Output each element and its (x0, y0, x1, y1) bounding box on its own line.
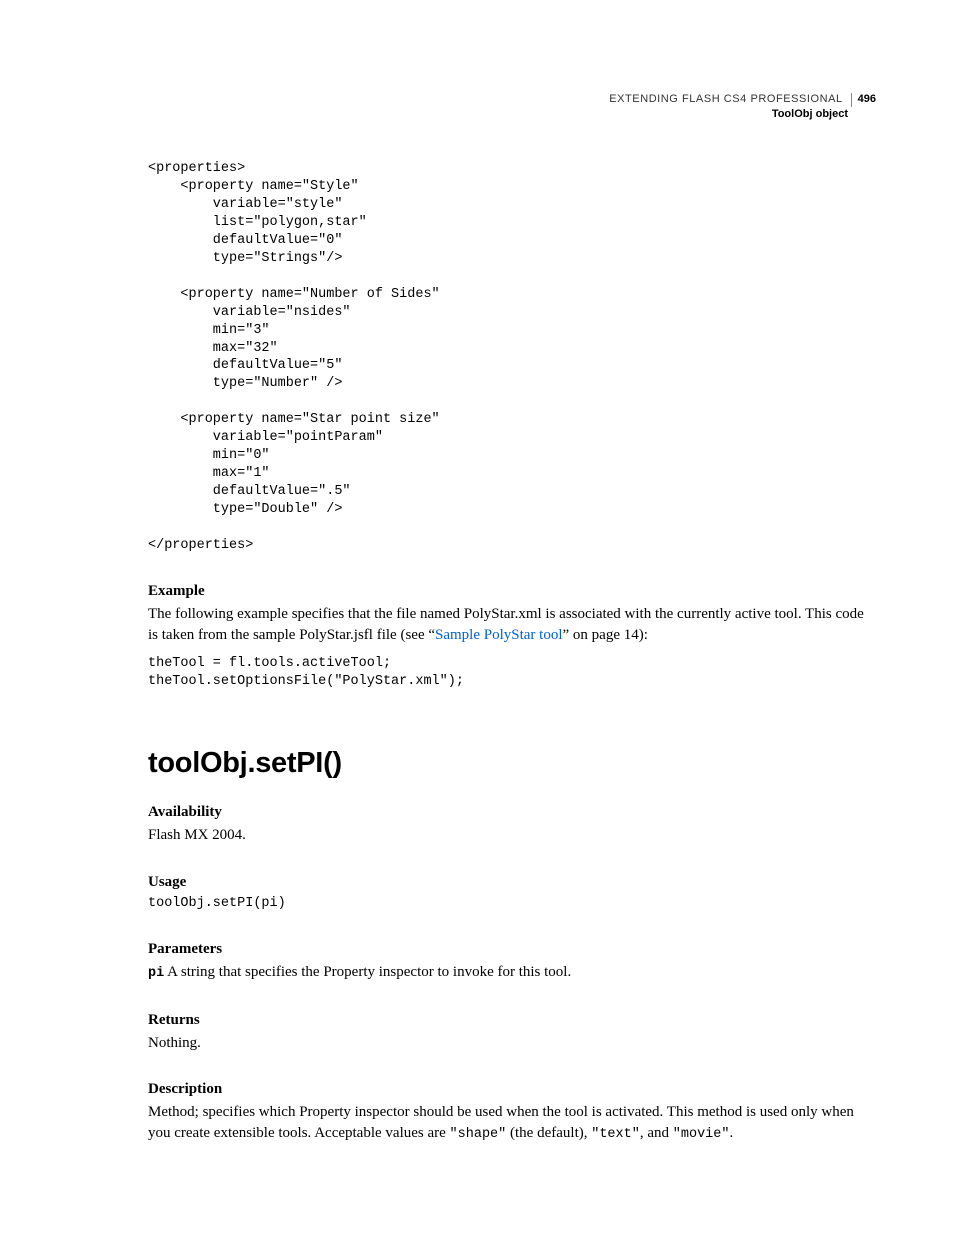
example-heading: Example (148, 583, 876, 600)
usage-code: toolObj.setPI(pi) (148, 895, 876, 913)
desc-value-shape: "shape" (450, 1127, 507, 1142)
example-text-post: ” on page 14): (563, 627, 648, 643)
desc-value-movie: "movie" (673, 1127, 730, 1142)
parameters-text: pi A string that specifies the Property … (148, 962, 876, 984)
method-heading: toolObj.setPI() (148, 747, 876, 780)
desc-value-text: "text" (591, 1127, 640, 1142)
availability-text: Flash MX 2004. (148, 825, 876, 846)
param-description: A string that specifies the Property ins… (164, 964, 571, 980)
sample-polystar-link[interactable]: Sample PolyStar tool (435, 627, 563, 643)
desc-mid1: (the default), (506, 1125, 591, 1141)
running-header: EXTENDING FLASH CS4 PROFESSIONAL496 Tool… (609, 88, 876, 122)
header-line-1: EXTENDING FLASH CS4 PROFESSIONAL496 (609, 88, 876, 108)
param-name: pi (148, 966, 164, 981)
returns-text: Nothing. (148, 1033, 876, 1054)
book-title: EXTENDING FLASH CS4 PROFESSIONAL (609, 93, 851, 107)
desc-post: . (729, 1125, 733, 1141)
description-heading: Description (148, 1081, 876, 1098)
page-number: 496 (852, 93, 876, 105)
description-text: Method; specifies which Property inspect… (148, 1102, 876, 1144)
returns-heading: Returns (148, 1012, 876, 1029)
availability-heading: Availability (148, 804, 876, 821)
example-paragraph: The following example specifies that the… (148, 604, 876, 645)
example-code-block: theTool = fl.tools.activeTool; theTool.s… (148, 655, 876, 691)
usage-heading: Usage (148, 874, 876, 891)
desc-mid2: , and (640, 1125, 673, 1141)
section-title: ToolObj object (609, 108, 876, 122)
xml-code-block: <properties> <property name="Style" vari… (148, 160, 876, 555)
page: EXTENDING FLASH CS4 PROFESSIONAL496 Tool… (0, 0, 954, 1235)
parameters-heading: Parameters (148, 941, 876, 958)
page-content: <properties> <property name="Style" vari… (148, 160, 876, 1145)
